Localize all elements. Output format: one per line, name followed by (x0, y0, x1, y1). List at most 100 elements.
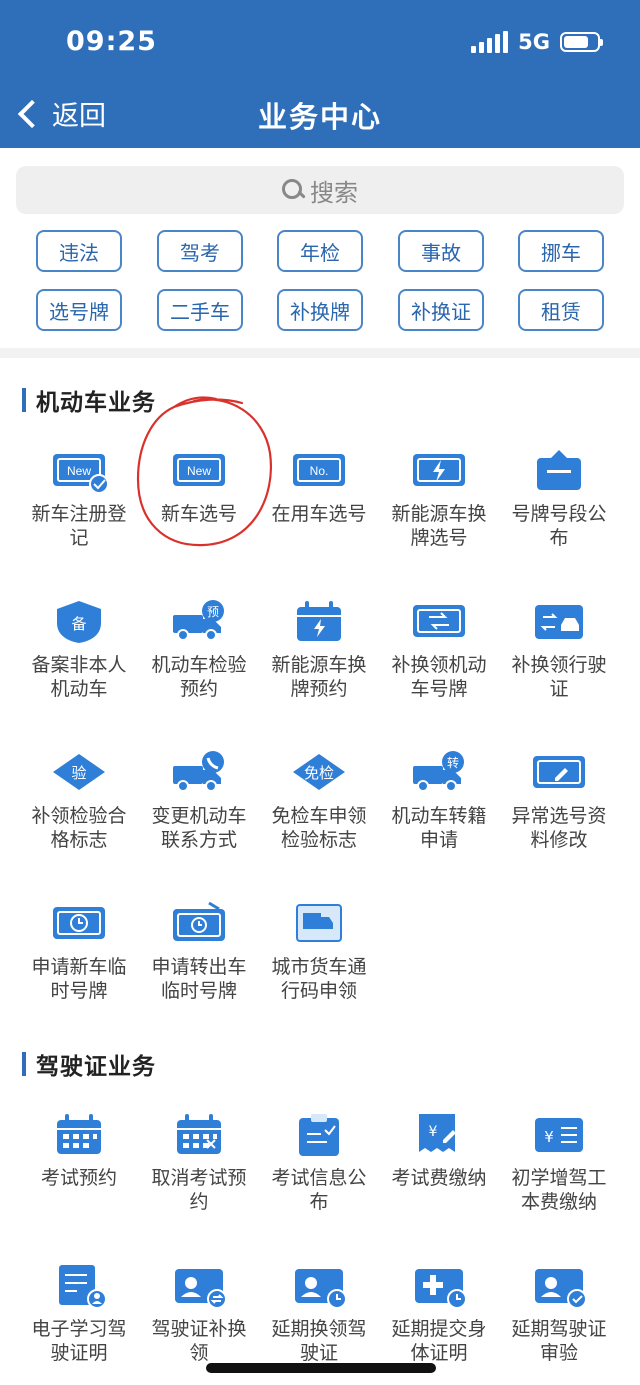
quick-tag[interactable]: 补换牌 (277, 289, 363, 331)
svg-text:New: New (187, 464, 211, 478)
service-item[interactable]: 考试预约 (19, 1110, 139, 1190)
calendar-cancel-icon (177, 1114, 221, 1154)
service-item[interactable]: New 新车注册登记 (19, 446, 139, 550)
exempt-diamond-icon: 免检 (293, 754, 345, 790)
service-item[interactable]: 延期驾驶证审验 (499, 1261, 619, 1365)
quick-tag[interactable]: 驾考 (157, 230, 243, 272)
service-item[interactable]: 申请转出车临时号牌 (139, 899, 259, 1003)
medical-clock-icon (415, 1269, 467, 1309)
service-item[interactable]: 变更机动车联系方式 (139, 748, 259, 852)
service-item[interactable]: 驾驶证补换领 (139, 1261, 259, 1365)
service-item[interactable]: 延期换领驾驶证 (259, 1261, 379, 1365)
service-item[interactable]: 延期提交身体证明 (379, 1261, 499, 1365)
svg-text:免检: 免检 (304, 764, 334, 782)
search-bar[interactable]: 搜索 (16, 166, 624, 214)
service-item[interactable]: 备备案非本人机动车 (19, 597, 139, 701)
svg-text:New: New (67, 464, 91, 478)
service-item-label: 变更机动车联系方式 (151, 805, 247, 851)
svg-text:验: 验 (71, 764, 86, 782)
app-header: 09:25 5G 返回 业务中心 (0, 0, 640, 148)
quick-tag[interactable]: 事故 (398, 230, 484, 272)
fee-receipt-icon: ¥ (419, 1114, 456, 1152)
service-item[interactable]: 号牌号段公布 (499, 446, 619, 550)
plate-edit-icon (533, 756, 585, 788)
quick-tag[interactable]: 选号牌 (36, 289, 122, 331)
service-item-label: 补换领机动车号牌 (391, 654, 487, 700)
service-item[interactable]: ¥ 初学增驾工本费缴纳 (499, 1110, 619, 1214)
network-type: 5G (518, 30, 550, 54)
quick-tag[interactable]: 挪车 (518, 230, 604, 272)
service-item[interactable]: 补换领机动车号牌 (379, 597, 499, 701)
fee-card-icon: ¥ (535, 1118, 583, 1152)
service-item-label: 考试信息公布 (271, 1167, 367, 1213)
inspect-diamond-icon: 验 (53, 754, 105, 790)
svg-text:转: 转 (447, 755, 459, 770)
plate-swap-icon (413, 605, 465, 637)
service-item[interactable]: 免检免检车申领检验标志 (259, 748, 379, 852)
service-item-label: 备案非本人机动车 (31, 654, 127, 700)
svg-text:¥: ¥ (544, 1128, 554, 1146)
service-item-label: 免检车申领检验标志 (271, 805, 367, 851)
sign-board-icon (537, 450, 581, 490)
service-item[interactable]: 取消考试预约 (139, 1110, 259, 1214)
quick-tag[interactable]: 违法 (36, 230, 122, 272)
calendar-bolt-icon (297, 601, 341, 641)
service-item[interactable]: 电子学习驾驶证明 (19, 1261, 139, 1365)
search-placeholder: 搜索 (310, 178, 358, 207)
quick-tag[interactable]: 租赁 (518, 289, 604, 331)
service-item[interactable]: 异常选号资料修改 (499, 748, 619, 852)
service-item-label: 新车注册登记 (31, 503, 127, 549)
truck-transfer-icon: 转 (413, 751, 464, 792)
shield-record-icon: 备 (57, 601, 101, 643)
quick-tag[interactable]: 二手车 (157, 289, 243, 331)
energy-plate-icon (413, 454, 465, 486)
service-item[interactable]: 申请新车临时号牌 (19, 899, 139, 1003)
service-item[interactable]: 新能源车换牌选号 (379, 446, 499, 550)
status-time: 09:25 (66, 26, 157, 57)
service-item-label: 考试预约 (40, 1167, 117, 1189)
service-item-label: 机动车转籍申请 (391, 805, 487, 851)
svg-text:备: 备 (71, 615, 86, 633)
temp-plate-out-icon (173, 901, 225, 941)
quick-tag[interactable]: 年检 (277, 230, 363, 272)
svg-text:No.: No. (310, 464, 329, 478)
service-item-label: 申请新车临时号牌 (31, 956, 127, 1002)
service-item-label: 城市货车通行码申领 (271, 956, 367, 1002)
service-item-label: 取消考试预约 (151, 1167, 247, 1213)
car-swap-icon (535, 605, 583, 639)
service-item[interactable]: 城市货车通行码申领 (259, 899, 379, 1003)
search-icon (282, 179, 304, 201)
section-title-vehicle: 机动车业务 (22, 386, 156, 416)
service-item-label: 考试费缴纳 (391, 1167, 487, 1189)
no-plate-icon: No. (293, 454, 345, 486)
service-item-label: 新能源车换牌预约 (271, 654, 367, 700)
svg-text:¥: ¥ (429, 1124, 438, 1140)
service-item-label: 延期驾驶证审验 (511, 1318, 607, 1364)
service-item-label: 初学增驾工本费缴纳 (511, 1167, 607, 1213)
service-item-label: 延期换领驾驶证 (271, 1318, 367, 1364)
service-item[interactable]: 预机动车检验预约 (139, 597, 259, 701)
service-item-label: 新车选号 (160, 503, 237, 525)
service-item[interactable]: 转机动车转籍申请 (379, 748, 499, 852)
clipboard-icon (299, 1114, 339, 1156)
svg-text:预: 预 (207, 605, 219, 619)
service-item[interactable]: New 新车选号 (139, 446, 259, 526)
service-item[interactable]: 新能源车换牌预约 (259, 597, 379, 701)
service-item-label: 异常选号资料修改 (511, 805, 607, 851)
service-item[interactable]: 补换领行驶证 (499, 597, 619, 701)
temp-plate-clock-icon (53, 907, 105, 939)
service-item[interactable]: 验补领检验合格标志 (19, 748, 139, 852)
service-item-label: 在用车选号 (271, 503, 367, 525)
license-clock-icon (295, 1269, 347, 1309)
service-item[interactable]: 考试信息公布 (259, 1110, 379, 1214)
service-item-label: 补领检验合格标志 (31, 805, 127, 851)
truck-pass-icon (296, 904, 342, 942)
quick-tag[interactable]: 补换证 (398, 289, 484, 331)
service-item-label: 电子学习驾驶证明 (31, 1318, 127, 1364)
service-item-label: 申请转出车临时号牌 (151, 956, 247, 1002)
service-item[interactable]: No. 在用车选号 (259, 446, 379, 526)
status-indicators: 5G (471, 28, 603, 56)
service-item-label: 延期提交身体证明 (391, 1318, 487, 1364)
calendar-grid-icon (57, 1114, 101, 1154)
service-item[interactable]: ¥ 考试费缴纳 (379, 1110, 499, 1190)
